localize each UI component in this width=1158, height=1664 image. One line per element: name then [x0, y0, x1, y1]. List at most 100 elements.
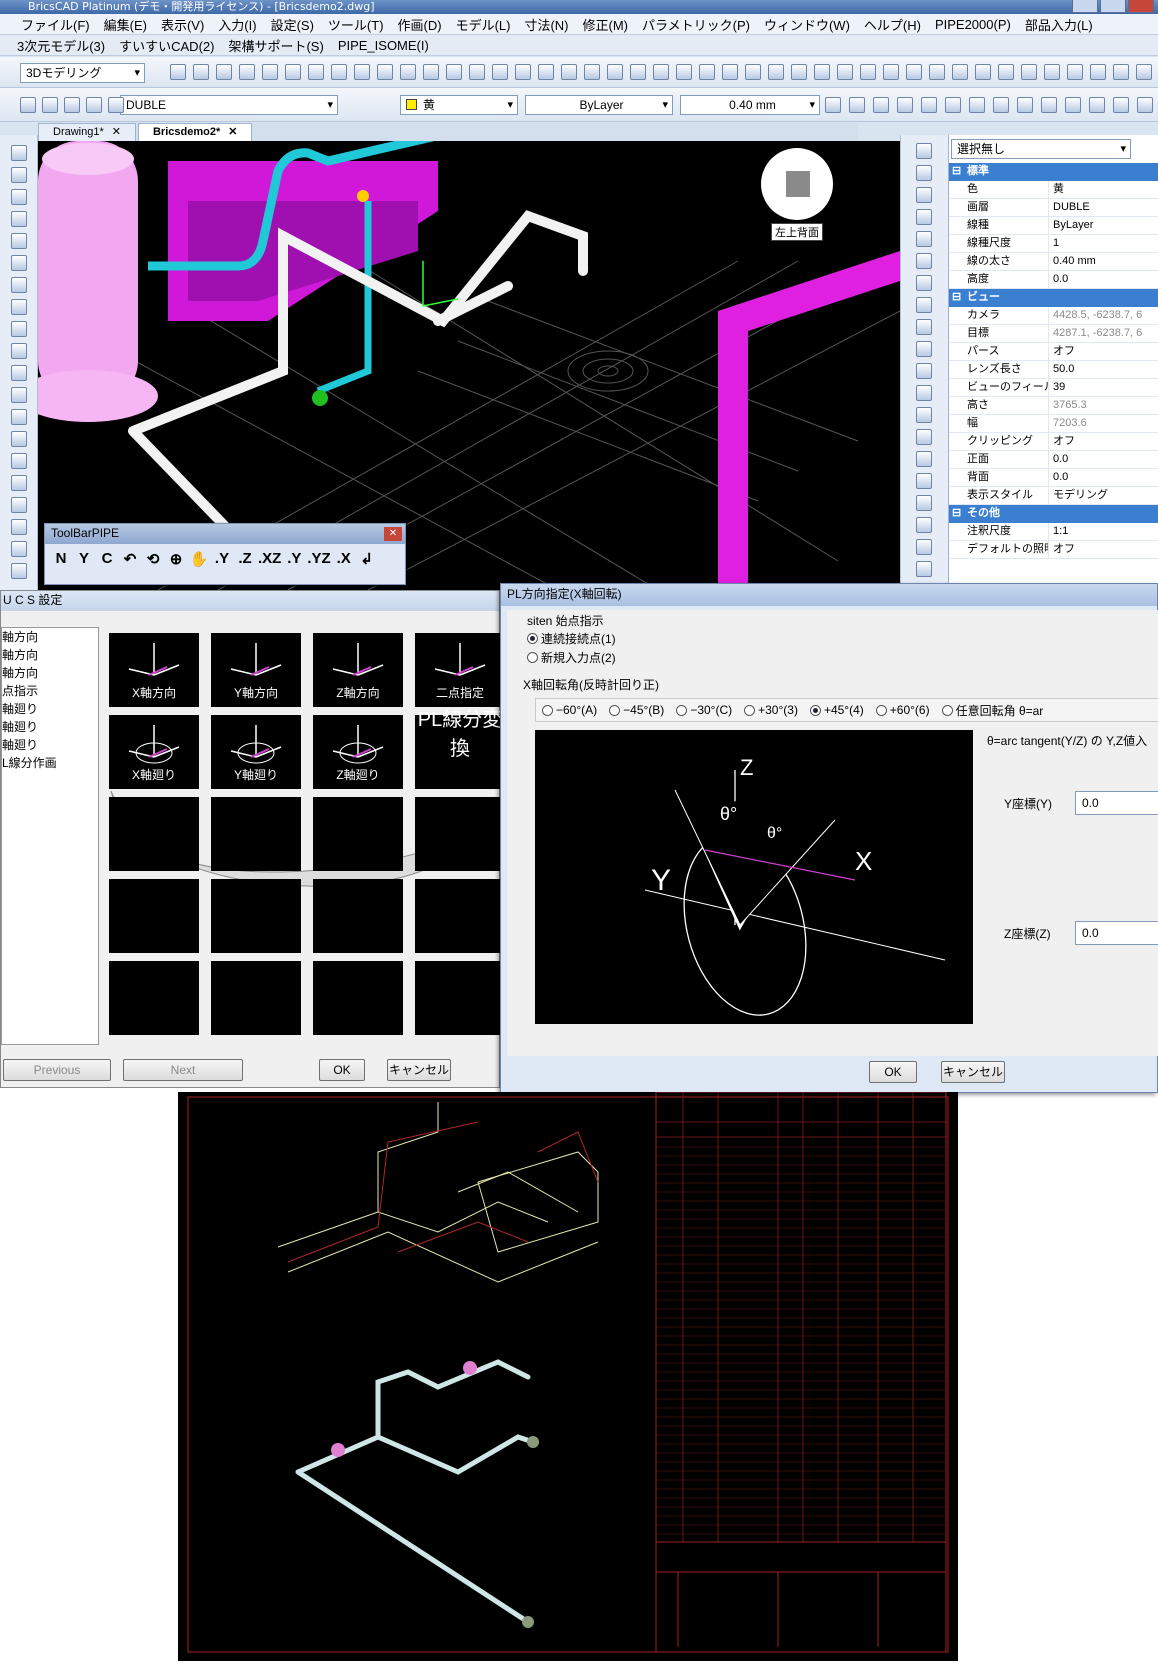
toolbar-pipe-close-button[interactable]: ✕ [384, 527, 402, 541]
draw-tool-icon-13[interactable] [1137, 97, 1153, 113]
ucs-list-item[interactable]: 軸廻り [2, 718, 98, 736]
ucs-tile-13[interactable] [211, 879, 301, 953]
y-coord-input[interactable]: 0.0 [1075, 791, 1158, 815]
modify-tool-icon-5[interactable] [916, 253, 932, 269]
prop-row[interactable]: ビューのフィールド 39 [949, 379, 1158, 397]
modify-tool-icon-1[interactable] [916, 165, 932, 181]
ucs-tile-4[interactable]: X軸廻り [109, 715, 199, 789]
standard-tool-icon-31[interactable] [883, 64, 899, 80]
draw-tool-icon-7[interactable] [993, 97, 1009, 113]
ucs-tile-3[interactable]: 二点指定 [415, 633, 505, 707]
palette-tool-icon-15[interactable] [11, 475, 27, 491]
prop-section-0[interactable]: 標準 [949, 163, 1158, 181]
angle-option-5[interactable]: +60°(6) [875, 703, 930, 717]
standard-tool-icon-7[interactable] [331, 64, 347, 80]
menu-item-10[interactable]: パラメトリック(P) [635, 15, 757, 34]
layer-tool-icon-3[interactable] [86, 97, 102, 113]
menu2-item-2[interactable]: 架構サポート(S) [221, 36, 330, 55]
prop-row[interactable]: デフォルトの照明 オフ [949, 541, 1158, 559]
menu-item-2[interactable]: 表示(V) [154, 15, 211, 34]
ucs-cancel-button[interactable]: キャンセル [387, 1059, 451, 1081]
draw-tool-icon-3[interactable] [897, 97, 913, 113]
ucs-list-item[interactable]: 軸方向 [2, 646, 98, 664]
palette-tool-icon-10[interactable] [11, 365, 27, 381]
modify-tool-icon-14[interactable] [916, 451, 932, 467]
ucs-tile-16[interactable] [109, 961, 199, 1035]
standard-tool-icon-21[interactable] [653, 64, 669, 80]
modify-tool-icon-18[interactable] [916, 539, 932, 555]
standard-tool-icon-36[interactable] [998, 64, 1014, 80]
modify-tool-icon-12[interactable] [916, 407, 932, 423]
pipe-tool-button-7[interactable]: .Y [212, 550, 232, 568]
ucs-tile-2[interactable]: Z軸方向 [313, 633, 403, 707]
ucs-tile-5[interactable]: Y軸廻り [211, 715, 301, 789]
modify-tool-icon-8[interactable] [916, 319, 932, 335]
modify-tool-icon-13[interactable] [916, 429, 932, 445]
menu2-item-0[interactable]: 3次元モデル(3) [10, 36, 112, 55]
standard-tool-icon-14[interactable] [492, 64, 508, 80]
palette-tool-icon-1[interactable] [11, 167, 27, 183]
pl-cancel-button[interactable]: キャンセル [941, 1061, 1005, 1083]
prop-section-2[interactable]: その他 [949, 505, 1158, 523]
ucs-ok-button[interactable]: OK [319, 1059, 365, 1081]
standard-tool-icon-10[interactable] [400, 64, 416, 80]
menu-item-11[interactable]: ウィンドウ(W) [757, 15, 857, 34]
ucs-tile-17[interactable] [211, 961, 301, 1035]
modify-tool-icon-9[interactable] [916, 341, 932, 357]
prop-section-1[interactable]: ビュー [949, 289, 1158, 307]
palette-tool-icon-8[interactable] [11, 321, 27, 337]
layer-combo[interactable]: DUBLE [120, 95, 338, 115]
pipe-tool-button-13[interactable]: ↲ [357, 550, 377, 568]
standard-tool-icon-6[interactable] [308, 64, 324, 80]
pipe-tool-button-12[interactable]: .X [334, 550, 354, 568]
palette-tool-icon-16[interactable] [11, 497, 27, 513]
pipe-tool-button-2[interactable]: C [97, 550, 117, 568]
menu-item-8[interactable]: 寸法(N) [517, 15, 575, 34]
menu-item-14[interactable]: 部品入力(L) [1018, 15, 1100, 34]
tab-1[interactable]: Bricsdemo2* ✕ [137, 123, 253, 141]
standard-tool-icon-22[interactable] [676, 64, 692, 80]
standard-tool-icon-23[interactable] [699, 64, 715, 80]
modify-tool-icon-7[interactable] [916, 297, 932, 313]
isometric-drawing-sheet[interactable] [178, 1091, 958, 1661]
standard-tool-icon-40[interactable] [1090, 64, 1106, 80]
option-new-point[interactable]: 新規入力点(2) [527, 649, 616, 666]
palette-tool-icon-7[interactable] [11, 299, 27, 315]
standard-tool-icon-5[interactable] [285, 64, 301, 80]
palette-tool-icon-2[interactable] [11, 189, 27, 205]
menu-item-7[interactable]: モデル(L) [449, 15, 518, 34]
ucs-tile-8[interactable] [109, 797, 199, 871]
prop-row[interactable]: 高度 0.0 [949, 271, 1158, 289]
palette-tool-icon-12[interactable] [11, 409, 27, 425]
standard-tool-icon-32[interactable] [906, 64, 922, 80]
palette-tool-icon-6[interactable] [11, 277, 27, 293]
menu-item-13[interactable]: PIPE2000(P) [928, 17, 1018, 32]
prop-row[interactable]: 画層 DUBLE [949, 199, 1158, 217]
standard-tool-icon-34[interactable] [952, 64, 968, 80]
ucs-tile-6[interactable]: Z軸廻り [313, 715, 403, 789]
palette-tool-icon-18[interactable] [11, 541, 27, 557]
prop-row[interactable]: 線種尺度 1 [949, 235, 1158, 253]
standard-tool-icon-42[interactable] [1136, 64, 1152, 80]
prop-row[interactable]: 背面 0.0 [949, 469, 1158, 487]
workspace-combo[interactable]: 3Dモデリング [20, 63, 145, 83]
standard-tool-icon-1[interactable] [193, 64, 209, 80]
standard-tool-icon-17[interactable] [561, 64, 577, 80]
modify-tool-icon-3[interactable] [916, 209, 932, 225]
tab-0[interactable]: Drawing1* ✕ [38, 123, 136, 141]
prop-row[interactable]: カメラ 4428.5, -6238.7, 6 [949, 307, 1158, 325]
ucs-command-list[interactable]: 軸方向 軸方向 軸方向 点指示 軸廻り 軸廻り 軸廻り L線分作画 [1, 627, 99, 1045]
palette-tool-icon-0[interactable] [11, 145, 27, 161]
modify-tool-icon-19[interactable] [916, 561, 932, 577]
menu2-item-3[interactable]: PIPE_ISOME(I) [331, 38, 436, 53]
ucs-list-item[interactable]: 点指示 [2, 682, 98, 700]
angle-option-6[interactable]: 任意回転角 θ=ar [941, 702, 1043, 719]
palette-tool-icon-17[interactable] [11, 519, 27, 535]
standard-tool-icon-15[interactable] [515, 64, 531, 80]
pipe-tool-button-11[interactable]: .YZ [307, 550, 330, 568]
standard-tool-icon-13[interactable] [469, 64, 485, 80]
standard-tool-icon-33[interactable] [929, 64, 945, 80]
standard-tool-icon-26[interactable] [768, 64, 784, 80]
standard-tool-icon-11[interactable] [423, 64, 439, 80]
angle-option-0[interactable]: −60°(A) [542, 703, 597, 717]
